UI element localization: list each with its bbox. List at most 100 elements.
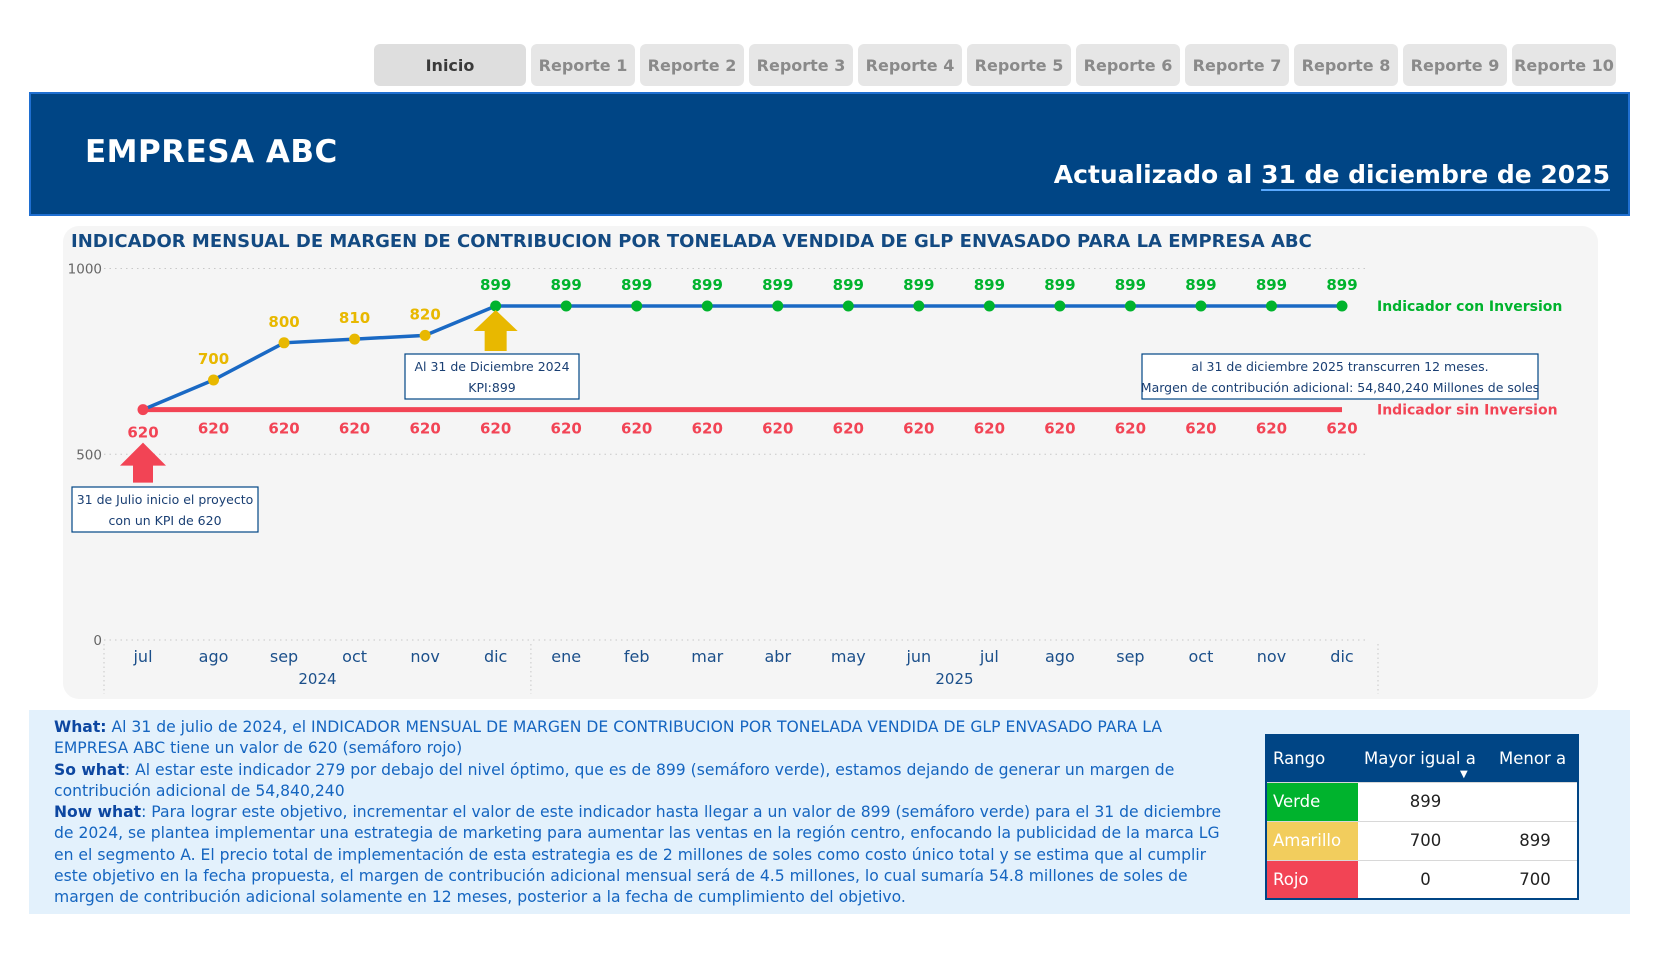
header-mayor-igual-label: Mayor igual a: [1364, 749, 1476, 769]
series-label-con-inversion: Indicador con Inversion: [1377, 299, 1562, 315]
data-label: 620: [1185, 420, 1216, 438]
line-chart: 1000 500 0 700 800 810 820 899 899 899 899 899 899 89…: [68, 262, 1562, 694]
data-label: 620: [268, 420, 299, 438]
header-mayor-igual[interactable]: Mayor igual a ▼: [1358, 735, 1494, 783]
range-table: Rango Mayor igual a ▼ Menor a Verde 899 A…: [1265, 734, 1579, 900]
series-label-sin-inversion: Indicador sin Inversion: [1377, 403, 1558, 419]
data-label: 899: [903, 276, 934, 294]
range-max-cell: 700: [1493, 859, 1578, 899]
data-point: [1054, 300, 1066, 312]
x-tick-label: nov: [410, 647, 439, 666]
so-what-label: So what: [54, 760, 125, 779]
y-tick-label: 1000: [68, 262, 102, 278]
data-label: 800: [268, 313, 299, 331]
x-tick-label: ago: [199, 647, 229, 666]
data-point: [631, 300, 643, 312]
x-tick-label: jul: [979, 647, 999, 666]
what-text: Al 31 de julio de 2024, el INDICADOR MEN…: [54, 718, 1163, 758]
data-label: 899: [1185, 276, 1216, 294]
data-label: 620: [127, 424, 158, 442]
header-rango[interactable]: Rango: [1266, 735, 1358, 783]
now-what-text: : Para lograr este objetivo, incrementar…: [54, 803, 1222, 907]
data-label: 899: [621, 276, 652, 294]
data-point: [208, 374, 220, 386]
data-point: [137, 404, 149, 416]
data-label: 899: [480, 276, 511, 294]
data-label: 899: [1256, 276, 1287, 294]
annotation-text: 31 de Julio inicio el proyecto: [77, 492, 254, 507]
data-label: 700: [198, 350, 229, 368]
data-label: 620: [1115, 420, 1146, 438]
range-name-cell: Rojo: [1266, 859, 1358, 899]
data-point: [1265, 300, 1277, 312]
annotation-text: Al 31 de Diciembre 2024: [414, 359, 569, 374]
data-label: 899: [692, 276, 723, 294]
x-tick-label: oct: [342, 647, 367, 666]
x-tick-label: dic: [484, 647, 507, 666]
data-label: 620: [974, 420, 1005, 438]
data-label: 899: [551, 276, 582, 294]
x-tick-label: may: [831, 647, 866, 666]
range-min-cell: 0: [1358, 859, 1494, 899]
data-label: 620: [621, 420, 652, 438]
x-tick-label: dic: [1330, 647, 1353, 666]
data-label: 899: [974, 276, 1005, 294]
year-label: 2025: [935, 670, 973, 688]
data-point: [701, 300, 713, 312]
annotation-text: al 31 de diciembre 2025 transcurren 12 m…: [1191, 359, 1488, 374]
data-point: [842, 300, 854, 312]
x-tick-label: sep: [1116, 647, 1144, 666]
data-point: [913, 300, 925, 312]
x-tick-label: nov: [1257, 647, 1286, 666]
data-label: 620: [903, 420, 934, 438]
table-row: Verde 899: [1266, 781, 1578, 822]
header-menor[interactable]: Menor a: [1493, 735, 1578, 783]
data-label: 620: [198, 420, 229, 438]
x-tick-label: jun: [905, 647, 931, 666]
data-label: 620: [480, 420, 511, 438]
data-label: 620: [409, 420, 440, 438]
data-label: 899: [1326, 276, 1357, 294]
data-label: 899: [1115, 276, 1146, 294]
range-min-cell: 899: [1358, 781, 1494, 822]
x-tick-label: ago: [1045, 647, 1075, 666]
range-name-cell: Verde: [1266, 781, 1358, 822]
y-tick-label: 500: [76, 447, 102, 463]
range-min-cell: 700: [1358, 820, 1494, 861]
data-point: [772, 300, 784, 312]
data-label: 620: [1326, 420, 1357, 438]
x-tick-label: jul: [132, 647, 152, 666]
x-tick-label: ene: [551, 647, 581, 666]
data-label: 899: [833, 276, 864, 294]
analysis-section: What: Al 31 de julio de 2024, el INDICAD…: [29, 710, 1630, 914]
data-label: 620: [1256, 420, 1287, 438]
data-label: 620: [762, 420, 793, 438]
up-arrow-icon: [120, 442, 166, 483]
now-what-paragraph: Now what: Para lograr este objetivo, inc…: [54, 802, 1234, 908]
data-point: [560, 300, 572, 312]
data-label: 620: [833, 420, 864, 438]
table-row: Amarillo 700 899: [1266, 820, 1578, 861]
data-point: [1336, 300, 1348, 312]
data-label: 620: [1044, 420, 1075, 438]
up-arrow-icon: [473, 310, 518, 352]
data-point: [349, 333, 361, 345]
data-label: 820: [409, 305, 440, 323]
now-what-label: Now what: [54, 803, 142, 822]
data-label: 620: [551, 420, 582, 438]
data-point: [983, 300, 995, 312]
data-point: [419, 329, 431, 341]
sort-down-icon: ▼: [1460, 769, 1468, 780]
range-table-header: Rango Mayor igual a ▼ Menor a: [1266, 735, 1578, 783]
x-tick-label: mar: [691, 647, 723, 666]
x-tick-label: abr: [764, 647, 791, 666]
annotation-text: KPI:899: [468, 380, 516, 395]
x-tick-label: sep: [270, 647, 298, 666]
x-tick-label: oct: [1189, 647, 1214, 666]
so-what-text: : Al estar este indicador 279 por debajo…: [54, 760, 1175, 800]
data-label: 810: [339, 309, 370, 327]
data-label: 899: [762, 276, 793, 294]
table-row: Rojo 0 700: [1266, 859, 1578, 899]
annotation-text: Margen de contribución adicional: 54,840…: [1141, 380, 1539, 395]
range-name-cell: Amarillo: [1266, 820, 1358, 861]
